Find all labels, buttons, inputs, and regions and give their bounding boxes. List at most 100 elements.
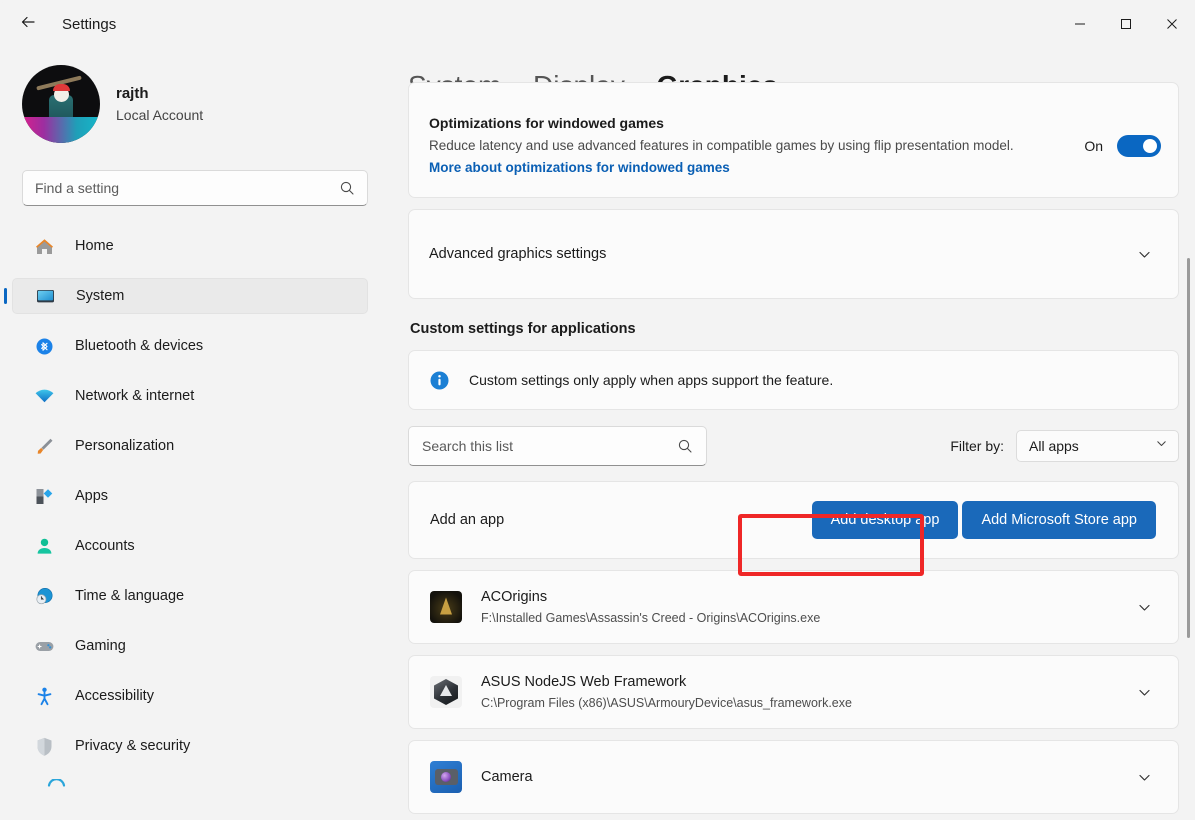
sidebar-item-label: Gaming — [75, 638, 126, 654]
sidebar-item-label: Personalization — [75, 438, 174, 454]
sidebar-item-apps[interactable]: Apps — [12, 478, 368, 514]
sidebar-item-label: System — [76, 288, 124, 304]
gamepad-icon — [33, 635, 55, 657]
sidebar-item-bluetooth-devices[interactable]: Bluetooth & devices — [12, 328, 368, 364]
search-input[interactable] — [23, 180, 339, 196]
account-person-icon — [33, 535, 55, 557]
info-icon — [430, 371, 449, 390]
sidebar-item-gaming[interactable]: Gaming — [12, 628, 368, 664]
arrow-left-icon — [19, 13, 37, 36]
windowed-games-title: Optimizations for windowed games — [429, 113, 1070, 133]
sidebar-item-label: Home — [75, 238, 114, 254]
add-an-app-label: Add an app — [430, 512, 504, 528]
filter-by-label: Filter by: — [950, 438, 1004, 454]
sidebar-item-label: Time & language — [75, 588, 184, 604]
app-name: ASUS NodeJS Web Framework — [481, 672, 852, 693]
sidebar-item-label: Accessibility — [75, 688, 154, 704]
sidebar: rajth Local Account — [0, 48, 392, 820]
list-search-input[interactable] — [409, 438, 677, 454]
content-scrollbar-thumb[interactable] — [1187, 258, 1190, 638]
content-pane: System › Display › Graphics Optimization… — [392, 48, 1195, 820]
account-profile[interactable]: rajth Local Account — [22, 65, 392, 143]
chevron-down-icon — [1130, 593, 1158, 621]
close-button[interactable] — [1149, 0, 1195, 48]
windowed-games-card: Optimizations for windowed games Reduce … — [408, 82, 1179, 198]
app-path: F:\Installed Games\Assassin's Creed - Or… — [481, 609, 820, 628]
settings-window: Settings rajth Local Ac — [0, 0, 1195, 820]
settings-search-box[interactable] — [22, 170, 368, 206]
search-icon — [339, 180, 355, 196]
accessibility-person-icon — [33, 685, 55, 707]
system-monitor-icon — [34, 285, 56, 307]
account-type: Local Account — [116, 105, 203, 125]
account-name: rajth — [116, 84, 203, 104]
add-desktop-app-button[interactable]: Add desktop app — [812, 501, 959, 539]
windows-update-icon — [45, 774, 67, 792]
sidebar-item-home[interactable]: Home — [12, 228, 368, 264]
custom-settings-info-bar: Custom settings only apply when apps sup… — [408, 350, 1179, 410]
minimize-button[interactable] — [1057, 0, 1103, 48]
windowed-games-learn-more-link[interactable]: More about optimizations for windowed ga… — [429, 160, 730, 175]
windowed-games-toggle[interactable] — [1117, 135, 1161, 157]
back-button[interactable] — [10, 6, 46, 42]
advanced-graphics-expander[interactable]: Advanced graphics settings — [409, 210, 1178, 298]
search-icon — [677, 438, 693, 454]
clock-globe-icon — [33, 585, 55, 607]
close-icon — [1166, 18, 1178, 30]
window-controls — [1057, 0, 1195, 48]
acorigins-app-icon — [430, 591, 462, 623]
app-list-item-acorigins[interactable]: ACOrigins F:\Installed Games\Assassin's … — [408, 570, 1179, 644]
sidebar-item-windows-update[interactable] — [12, 774, 368, 792]
sidebar-item-accounts[interactable]: Accounts — [12, 528, 368, 564]
sidebar-item-time-language[interactable]: Time & language — [12, 578, 368, 614]
sidebar-item-system[interactable]: System — [12, 278, 368, 314]
filter-selected-value: All apps — [1029, 438, 1155, 454]
app-list-item-camera[interactable]: Camera — [408, 740, 1179, 814]
chevron-down-icon — [1130, 678, 1158, 706]
add-microsoft-store-app-button[interactable]: Add Microsoft Store app — [962, 501, 1156, 539]
filter-dropdown[interactable]: All apps — [1016, 430, 1179, 462]
chevron-down-icon — [1130, 763, 1158, 791]
sidebar-item-personalization[interactable]: Personalization — [12, 428, 368, 464]
sidebar-item-accessibility[interactable]: Accessibility — [12, 678, 368, 714]
paintbrush-icon — [33, 435, 55, 457]
apps-icon — [33, 485, 55, 507]
bluetooth-icon — [33, 335, 55, 357]
app-name: Camera — [481, 767, 533, 788]
sidebar-item-privacy-security[interactable]: Privacy & security — [12, 728, 368, 764]
windowed-games-description: Reduce latency and use advanced features… — [429, 135, 1037, 179]
advanced-graphics-card: Advanced graphics settings — [408, 209, 1179, 299]
title-bar: Settings — [0, 0, 1195, 48]
window-title: Settings — [62, 16, 116, 33]
chevron-down-icon — [1130, 240, 1158, 268]
sidebar-item-label: Privacy & security — [75, 738, 190, 754]
sidebar-item-label: Apps — [75, 488, 108, 504]
toggle-state-label: On — [1084, 138, 1103, 154]
minimize-icon — [1074, 18, 1086, 30]
sidebar-item-network-internet[interactable]: Network & internet — [12, 378, 368, 414]
sidebar-item-label: Bluetooth & devices — [75, 338, 203, 354]
shield-icon — [33, 735, 55, 757]
app-name: ACOrigins — [481, 587, 820, 608]
asus-framework-app-icon — [430, 676, 462, 708]
windowed-games-description-text: Reduce latency and use advanced features… — [429, 138, 1014, 153]
windowed-games-toggle-group: On — [1084, 135, 1161, 157]
maximize-button[interactable] — [1103, 0, 1149, 48]
camera-app-icon — [430, 761, 462, 793]
avatar — [22, 65, 100, 143]
add-an-app-buttons: Add desktop app Add Microsoft Store app — [812, 501, 1156, 539]
sidebar-nav: Home System — [0, 228, 392, 792]
wifi-icon — [33, 385, 55, 407]
app-path: C:\Program Files (x86)\ASUS\ArmouryDevic… — [481, 694, 852, 713]
filter-group: Filter by: All apps — [950, 430, 1179, 462]
add-an-app-card: Add an app Add desktop app Add Microsoft… — [408, 481, 1179, 559]
custom-settings-heading: Custom settings for applications — [410, 321, 1179, 337]
list-filter-row: Filter by: All apps — [408, 426, 1179, 466]
chevron-down-icon — [1155, 437, 1168, 455]
sidebar-item-label: Network & internet — [75, 388, 194, 404]
maximize-icon — [1120, 18, 1132, 30]
list-search-box[interactable] — [408, 426, 707, 466]
custom-settings-info-text: Custom settings only apply when apps sup… — [469, 372, 833, 388]
app-list-item-asus-nodejs-web-framework[interactable]: ASUS NodeJS Web Framework C:\Program Fil… — [408, 655, 1179, 729]
home-icon — [33, 235, 55, 257]
